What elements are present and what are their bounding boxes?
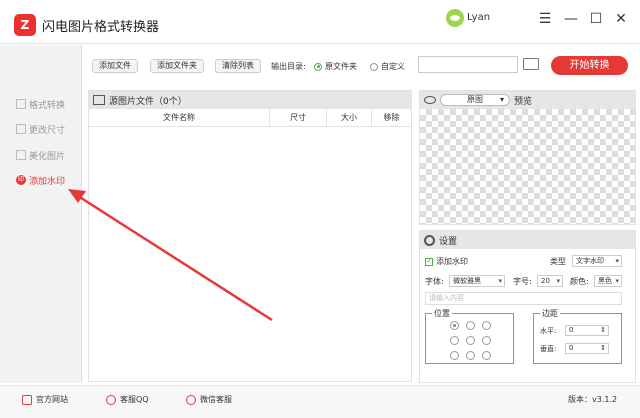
preview-mode-select[interactable]: 原图 ▾	[440, 94, 510, 106]
position-middle-right[interactable]	[482, 336, 491, 345]
sidebar-item-format-convert[interactable]: 格式转换	[16, 97, 65, 111]
sidebar: 格式转换 更改尺寸 美化图片 印 添加水印	[0, 45, 82, 383]
preview-mode-value: 原图	[467, 95, 483, 104]
close-icon[interactable]: ✕	[611, 10, 631, 28]
folder-open-icon[interactable]	[523, 58, 539, 70]
color-label: 颜色:	[570, 277, 589, 286]
horizontal-margin-label: 水平:	[540, 327, 557, 335]
watermark-icon: 印	[16, 175, 26, 185]
position-group: 位置	[425, 308, 514, 364]
output-path-input[interactable]	[418, 56, 518, 73]
vertical-margin-label: 垂直:	[540, 345, 557, 353]
column-header-name[interactable]: 文件名称	[89, 109, 270, 126]
output-dir-label: 输出目录:	[271, 62, 306, 71]
position-top-right[interactable]	[482, 321, 491, 330]
preview-header: 原图 ▾ 预览	[420, 91, 635, 109]
position-bottom-left[interactable]	[450, 351, 459, 360]
preview-canvas	[420, 109, 635, 224]
resize-icon	[16, 124, 26, 134]
position-bottom-center[interactable]	[466, 351, 475, 360]
settings-header: 设置	[420, 231, 635, 249]
sidebar-item-label: 美化图片	[29, 151, 66, 162]
monitor-icon	[22, 394, 32, 405]
menu-icon[interactable]: ☰	[535, 10, 555, 28]
qq-support-label: 客服QQ	[120, 395, 149, 404]
horizontal-margin-stepper[interactable]: 0	[565, 325, 609, 336]
color-select[interactable]: 黑色	[594, 275, 622, 287]
font-select[interactable]: 微软雅黑	[449, 275, 505, 287]
column-header-size[interactable]: 大小	[327, 109, 372, 126]
add-folder-button[interactable]: 添加文件夹	[150, 59, 204, 73]
radio-original-folder[interactable]: 原文件夹	[314, 61, 357, 72]
wechat-support-link[interactable]: 微信客服	[186, 394, 232, 405]
font-size-label: 字号:	[513, 277, 532, 286]
wechat-support-label: 微信客服	[200, 395, 232, 404]
watermark-text-input[interactable]: 请输入内容	[425, 292, 622, 305]
clear-list-button[interactable]: 清除列表	[215, 59, 261, 73]
official-website-label: 官方网站	[36, 395, 68, 404]
radio-label: 原文件夹	[325, 62, 357, 71]
position-label: 位置	[432, 308, 452, 319]
qq-support-link[interactable]: 客服QQ	[106, 394, 149, 405]
image-icon	[93, 95, 105, 105]
qq-icon	[106, 394, 116, 405]
margin-group: 边距 水平: 0 垂直: 0	[533, 308, 622, 364]
settings-title: 设置	[439, 236, 458, 247]
vertical-margin-stepper[interactable]: 0	[565, 343, 609, 354]
position-top-center[interactable]	[466, 321, 475, 330]
watermark-type-select[interactable]: 文字水印	[572, 255, 622, 267]
app-logo-icon: Z	[14, 14, 36, 36]
start-convert-button[interactable]: 开始转换	[551, 56, 628, 75]
file-list-panel: 源图片文件（0个） 文件名称 尺寸 大小 移除	[88, 90, 412, 382]
radio-label: 自定义	[381, 62, 405, 71]
wechat-icon	[186, 394, 196, 405]
sidebar-item-label: 格式转换	[29, 100, 66, 111]
maximize-icon[interactable]: ☐	[586, 10, 606, 28]
sidebar-item-watermark[interactable]: 印 添加水印	[16, 173, 65, 187]
type-label: 类型	[550, 257, 566, 266]
font-size-stepper[interactable]: 20	[537, 275, 563, 287]
add-watermark-label: 添加水印	[436, 257, 468, 266]
sidebar-item-beautify[interactable]: 美化图片	[16, 148, 65, 162]
file-list-title: 源图片文件（0个）	[109, 96, 187, 107]
convert-icon	[16, 99, 26, 109]
footer: 官方网站 客服QQ 微信客服 版本：v3.1.2	[0, 385, 640, 418]
position-middle-left[interactable]	[450, 336, 459, 345]
official-website-link[interactable]: 官方网站	[22, 394, 68, 405]
radio-checked-icon	[314, 62, 322, 71]
position-top-left[interactable]	[450, 321, 459, 330]
radio-custom-folder[interactable]: 自定义	[370, 61, 405, 72]
position-middle-center[interactable]	[466, 336, 475, 345]
eye-icon[interactable]	[424, 96, 436, 104]
margin-label: 边距	[540, 308, 560, 319]
preview-label: 预览	[514, 96, 533, 107]
column-header-dimensions[interactable]: 尺寸	[270, 109, 327, 126]
font-label: 字体:	[425, 277, 444, 286]
sidebar-item-label: 更改尺寸	[29, 125, 66, 136]
user-name[interactable]: Lyan	[467, 12, 490, 23]
title-bar: Z 闪电图片格式转换器 Lyan ☰ — ☐ ✕	[0, 0, 640, 44]
position-bottom-right[interactable]	[482, 351, 491, 360]
beautify-icon	[16, 150, 26, 160]
checkbox-checked-icon	[425, 256, 433, 266]
file-list-columns: 文件名称 尺寸 大小 移除	[89, 109, 411, 127]
gear-icon	[424, 234, 435, 246]
radio-unchecked-icon	[370, 62, 378, 71]
minimize-icon[interactable]: —	[561, 10, 581, 28]
add-file-button[interactable]: 添加文件	[92, 59, 138, 73]
sidebar-item-label: 添加水印	[29, 176, 66, 187]
column-header-remove[interactable]: 移除	[372, 109, 411, 126]
chevron-down-icon: ▾	[499, 95, 504, 104]
sidebar-item-resize[interactable]: 更改尺寸	[16, 122, 65, 136]
add-watermark-checkbox[interactable]: 添加水印	[425, 256, 468, 267]
preview-panel: 原图 ▾ 预览	[419, 90, 636, 225]
wechat-avatar-icon[interactable]	[446, 9, 464, 27]
app-title: 闪电图片格式转换器	[42, 20, 160, 35]
file-list-header: 源图片文件（0个）	[89, 91, 411, 109]
version-label: 版本：v3.1.2	[568, 395, 618, 404]
